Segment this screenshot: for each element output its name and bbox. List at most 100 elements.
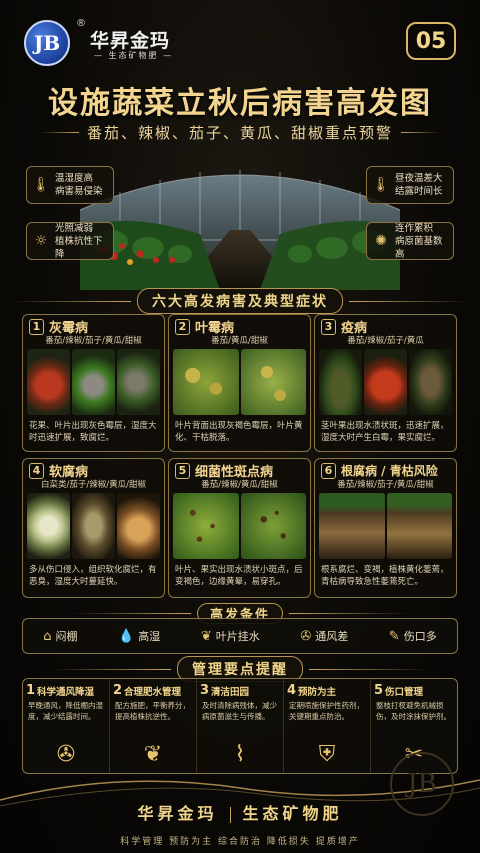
brand-name: 华昇金玛 — [90, 30, 171, 52]
disease-photos — [315, 347, 456, 417]
subtitle-row: 番茄、辣椒、茄子、黄瓜、甜椒重点预警 — [40, 120, 440, 144]
item-title: 预防为主 — [298, 686, 337, 698]
card-number: 4 — [29, 462, 44, 479]
callout-low-light: ☼ 光照减弱 植株抗性下降 — [26, 222, 114, 260]
condition-item: ❦ 叶片挂水 — [201, 628, 260, 644]
photo-leaf-gray-mold — [117, 349, 160, 415]
management-item-4: 4 预防为主 定期喷施保护性药剂，关键期重点防治。 ⛨ — [284, 679, 371, 773]
callout-text: 光照减弱 植株抗性下降 — [55, 222, 103, 260]
greenhouse-icon: ⌂ — [43, 628, 52, 644]
callout-text: 温湿度高 病害易侵染 — [55, 173, 103, 197]
photo-leaf-bacterial-spot-2 — [240, 493, 306, 559]
photo-stem-soft-rot — [72, 493, 115, 559]
callout-high-humidity: 🌡 温湿度高 病害易侵染 — [26, 166, 114, 204]
item-description: 定期喷施保护性药剂，关键期重点防治。 — [289, 701, 364, 721]
disease-description: 叶片、果实出现水渍状小斑点，后变褐色，边缘黄晕，易穿孔。 — [175, 565, 303, 587]
item-number: 5 — [374, 683, 384, 698]
photo-pepper-blight — [319, 349, 362, 415]
condition-item: ✇ 通风差 — [300, 628, 348, 644]
disease-photos — [23, 491, 164, 561]
brand-logo: JB — [24, 20, 70, 66]
shield-icon: ⛨ — [318, 742, 336, 767]
disease-crops: 番茄/辣椒/黄瓜/甜椒 — [201, 480, 278, 490]
condition-label: 叶片挂水 — [215, 630, 260, 643]
management-item-3: 3 清洁田园 及时清除病残体，减少病原菌滋生与传播。 ⌇ — [197, 679, 284, 773]
condition-label: 闷棚 — [55, 630, 78, 643]
broom-icon: ⌇ — [234, 742, 246, 767]
item-description: 整枝打杈避免机械损伤，及时涂抹保护剂。 — [376, 701, 451, 721]
fan-icon: ✇ — [300, 628, 312, 644]
disease-description: 茎叶果出现水渍状斑，迅速扩展，湿度大时产生白霉，果实腐烂。 — [321, 421, 449, 443]
disease-card-3: 3 疫病 番茄/辣椒/茄子/黄瓜 茎叶果出现水渍状斑，迅速扩展，湿度大时产生白霉，… — [314, 314, 457, 452]
footer-product: 生态矿物肥 — [242, 804, 343, 823]
disease-crops: 白菜类/茄子/辣椒/黄瓜/甜椒 — [41, 480, 146, 490]
item-number: 3 — [200, 683, 210, 698]
callout-text: 连作累积 病原菌基数高 — [395, 222, 443, 260]
footer-brand-name: 华昇金玛 — [137, 804, 218, 823]
photo-pepper-gray-mold — [72, 349, 115, 415]
card-number: 2 — [175, 318, 190, 335]
page-subtitle: 番茄、辣椒、茄子、黄瓜、甜椒重点预警 — [87, 123, 394, 142]
footer-brand: 华昇金玛 生态矿物肥 — [0, 800, 480, 824]
disease-description: 根系腐烂、变褐，植株黄化萎蔫，青枯病导致急性萎蔫死亡。 — [321, 565, 449, 587]
disease-description: 叶片背面出现灰褐色霉层，叶片黄化、干枯脱落。 — [175, 421, 303, 443]
germ-icon: ✺ — [375, 233, 387, 249]
brand-subtitle: — 生态矿物肥 — — [94, 51, 174, 60]
water-drop-leaf-icon: ❦ — [143, 742, 163, 767]
humidity-icon: 💧 — [118, 628, 135, 644]
disease-photos — [169, 491, 310, 561]
section-header-management: 管理要点提醒 — [0, 656, 480, 682]
item-description: 配方施肥，平衡养分，提高植株抗逆性。 — [115, 701, 190, 721]
disease-card-5: 5 细菌性斑点病 番茄/辣椒/黄瓜/甜椒 叶片、果实出现水渍状小斑点，后变褐色，边… — [168, 458, 311, 598]
thermometer-drop-icon: 🌡 — [32, 177, 50, 193]
item-title: 清洁田园 — [211, 686, 250, 698]
card-number: 1 — [29, 318, 44, 335]
photo-leaf-mold-1 — [173, 349, 239, 415]
disease-crops: 番茄/辣椒/茄子/黄瓜/甜椒 — [45, 336, 142, 346]
callout-continuous-cropping: ✺ 连作累积 病原菌基数高 — [366, 222, 454, 260]
section-header-diseases: 六大高发病害及典型症状 — [0, 288, 480, 314]
card-number: 6 — [321, 462, 336, 479]
disease-name: 根腐病 / 青枯风险 — [341, 464, 438, 478]
condition-label: 高湿 — [138, 630, 161, 643]
disease-card-6: 6 根腐病 / 青枯风险 番茄/辣椒/茄子/黄瓜/甜椒 根系腐烂、变褐，植株黄化萎… — [314, 458, 457, 598]
item-number: 1 — [26, 683, 36, 698]
disease-photos — [315, 491, 456, 561]
item-title: 科学通风降湿 — [37, 686, 95, 698]
photo-tomato-blight — [364, 349, 407, 415]
photo-leaf-mold-2 — [240, 349, 306, 415]
photo-eggplant-blight — [409, 349, 452, 415]
page-title: 设施蔬菜立秋后病害高发图 — [48, 86, 432, 121]
condition-item: 💧 高湿 — [118, 628, 160, 644]
photo-root-rot-1 — [319, 493, 385, 559]
section-title: 六大高发病害及典型症状 — [137, 288, 343, 314]
management-item-1: 1 科学通风降湿 早晚通风，降低棚内湿度，减少结露时间。 ✇ — [23, 679, 110, 773]
disease-crops: 番茄/黄瓜/甜椒 — [211, 336, 268, 346]
sun-icon: ☼ — [34, 233, 48, 249]
disease-card-4: 4 软腐病 白菜类/茄子/辣椒/黄瓜/甜椒 多从伤口侵入，组织软化腐烂，有恶臭，湿… — [22, 458, 165, 598]
card-number: 5 — [175, 462, 190, 479]
disease-description: 花果、叶片出现灰色霉层，湿度大时迅速扩展，致腐烂。 — [29, 421, 157, 443]
photo-fruit-soft-rot — [117, 493, 160, 559]
photo-cabbage-soft-rot — [27, 493, 70, 559]
item-title: 伤口管理 — [385, 686, 424, 698]
management-item-2: 2 合理肥水管理 配方施肥，平衡养分，提高植株抗逆性。 ❦ — [110, 679, 197, 773]
disease-name: 疫病 — [341, 321, 368, 336]
disease-name: 软腐病 — [49, 465, 89, 480]
photo-tomato-gray-mold — [27, 349, 70, 415]
disease-name: 灰霉病 — [49, 321, 89, 336]
condition-item: ⌂ 闷棚 — [43, 628, 77, 644]
item-number: 4 — [287, 683, 297, 698]
disease-name: 叶霉病 — [195, 321, 235, 336]
condition-item: ✎ 伤口多 — [389, 628, 437, 644]
condition-label: 伤口多 — [403, 630, 437, 643]
disease-photos — [169, 347, 310, 417]
disease-photos — [23, 347, 164, 417]
disease-name: 细菌性斑点病 — [195, 465, 274, 480]
conditions-bar: ⌂ 闷棚 💧 高湿 ❦ 叶片挂水 ✇ 通风差 ✎ 伤口多 — [22, 618, 458, 654]
disease-crops: 番茄/辣椒/茄子/黄瓜/甜椒 — [337, 480, 434, 490]
fan-icon: ✇ — [56, 742, 76, 767]
footer-slogan: 科学管理 预防为主 综合防治 降低损失 提质增产 — [120, 837, 360, 847]
thermometer-icon: 🌡 — [372, 177, 390, 193]
issue-number: 05 — [406, 22, 456, 60]
